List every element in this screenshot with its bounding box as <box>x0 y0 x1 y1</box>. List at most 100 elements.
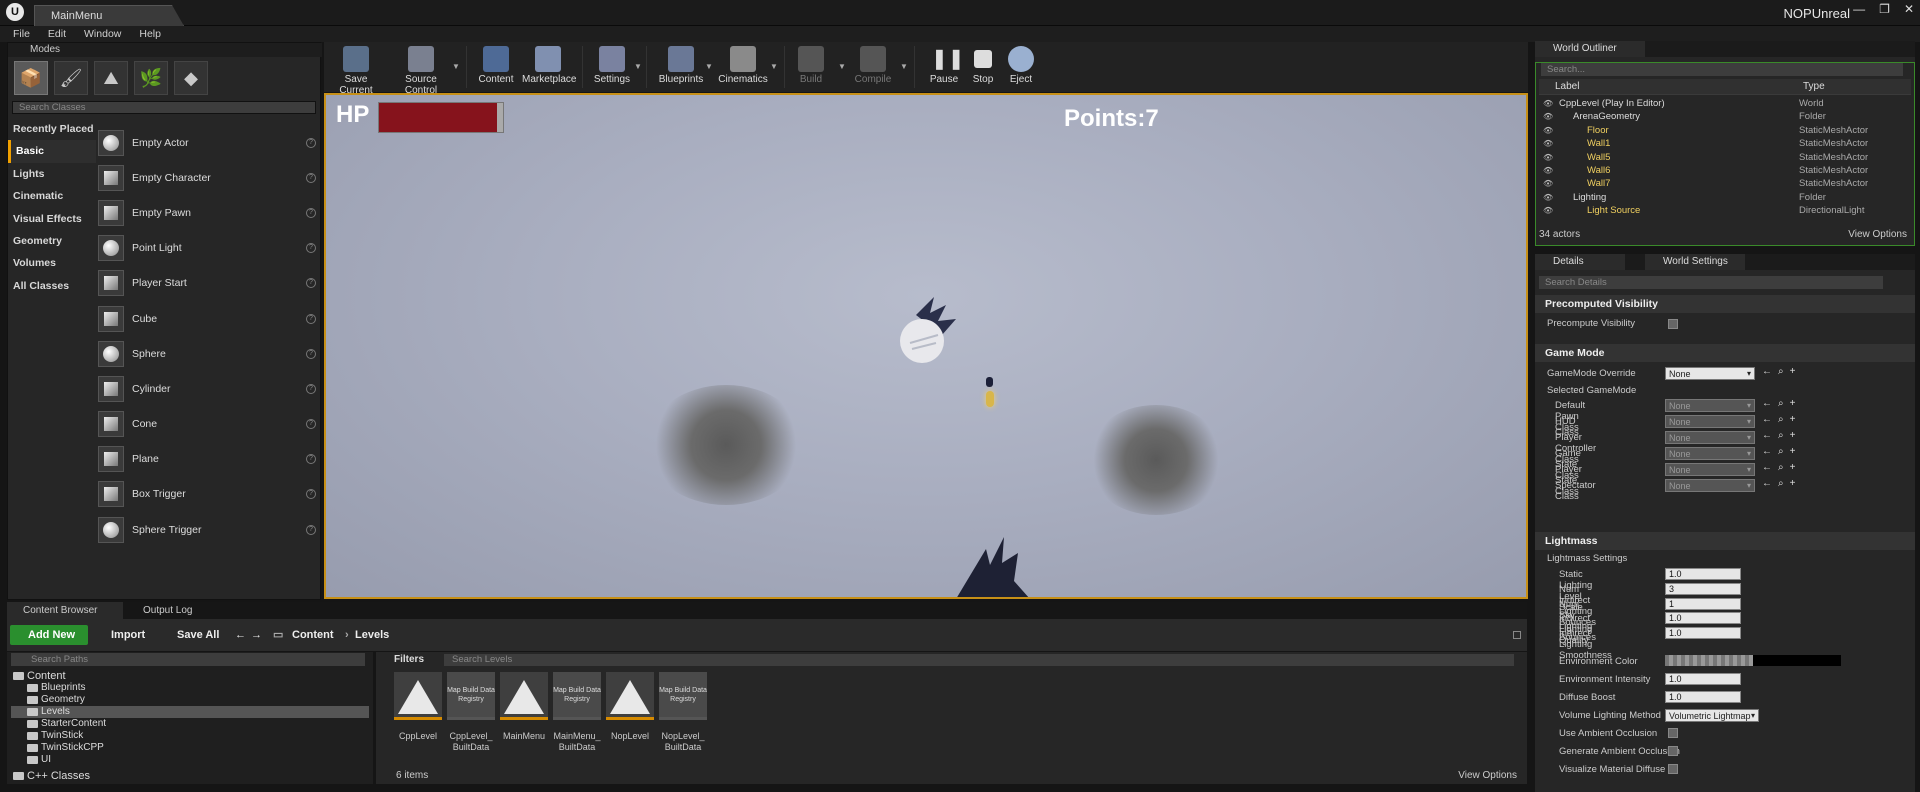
blueprints-button[interactable]: Blueprints <box>658 46 704 85</box>
visualize-material-diffuse-checkbox[interactable] <box>1668 764 1678 774</box>
diffuse-boost-input[interactable]: 1.0 <box>1665 691 1741 703</box>
outliner-row[interactable]: 👁 ArenaGeometry Folder <box>1539 110 1907 123</box>
precompute-visibility-checkbox[interactable] <box>1668 319 1678 329</box>
place-mode-icon[interactable]: 📦 <box>14 61 48 95</box>
class-item[interactable]: Cylinder? <box>98 371 320 406</box>
search-levels-input[interactable]: Search Levels <box>444 654 1514 666</box>
row-action-icons[interactable]: ←⌕+ <box>1762 398 1801 409</box>
help-icon[interactable]: ? <box>306 278 316 289</box>
asset-tile[interactable]: Map Build Data Registry NopLevel_ BuiltDa… <box>659 672 707 753</box>
category-volumes[interactable]: Volumes <box>8 252 96 274</box>
class-select[interactable]: None <box>1665 399 1755 412</box>
help-icon[interactable]: ? <box>306 419 316 430</box>
category-basic[interactable]: Basic <box>8 140 96 163</box>
tree-item[interactable]: StarterContent <box>27 718 106 730</box>
tree-item[interactable]: UI <box>27 754 51 766</box>
help-icon[interactable]: ? <box>306 207 316 218</box>
asset-tile[interactable]: Map Build Data Registry MainMenu_ BuiltDa… <box>553 672 601 753</box>
save-current-button[interactable]: Save Current <box>330 46 382 96</box>
category-geometry[interactable]: Geometry <box>8 230 96 252</box>
tab-world-settings[interactable]: World Settings <box>1645 254 1745 270</box>
class-item[interactable]: Box Trigger? <box>98 477 320 512</box>
class-select[interactable]: None <box>1665 479 1755 492</box>
asset-tile[interactable]: Map Build Data Registry CppLevel_ BuiltDa… <box>447 672 495 753</box>
class-item[interactable]: Point Light? <box>98 231 320 266</box>
use-ambient-occlusion-checkbox[interactable] <box>1668 728 1678 738</box>
class-select[interactable]: None <box>1665 415 1755 428</box>
class-select[interactable]: None <box>1665 431 1755 444</box>
path-content[interactable]: Content <box>292 625 334 645</box>
row-action-icons[interactable]: ←⌕+ <box>1762 430 1801 441</box>
help-icon[interactable]: ? <box>306 243 316 254</box>
help-icon[interactable]: ? <box>306 383 316 394</box>
chevron-down-icon[interactable]: ▼ <box>900 62 908 71</box>
menu-file[interactable]: File <box>13 26 30 42</box>
details-search-input[interactable]: Search Details <box>1539 276 1883 289</box>
level-tab[interactable]: MainMenu <box>34 5 184 26</box>
save-all-button[interactable]: Save All <box>177 625 219 645</box>
environment-color-swatch[interactable] <box>1665 655 1753 666</box>
row-action-icons[interactable]: ←⌕+ <box>1762 414 1801 425</box>
close-icon[interactable]: ✕ <box>1904 2 1914 16</box>
tab-world-outliner[interactable]: World Outliner <box>1535 41 1645 57</box>
compile-button[interactable]: Compile <box>850 46 896 85</box>
outliner-view-options-button[interactable]: View Options <box>1848 229 1907 240</box>
section-precomputed-visibility[interactable]: Precomputed Visibility <box>1535 295 1915 313</box>
category-visual-effects[interactable]: Visual Effects <box>8 208 96 230</box>
outliner-row[interactable]: 👁 Wall1 StaticMeshActor <box>1539 137 1907 150</box>
eject-button[interactable]: Eject <box>1008 46 1034 85</box>
visibility-eye-icon[interactable]: 👁 <box>1543 204 1553 217</box>
chevron-down-icon[interactable]: ▼ <box>452 62 460 71</box>
tab-content-browser[interactable]: Content Browser <box>7 602 123 619</box>
class-item[interactable]: Player Start? <box>98 266 320 301</box>
cinematics-button[interactable]: Cinematics <box>718 46 768 85</box>
help-icon[interactable]: ? <box>306 454 316 465</box>
chevron-down-icon[interactable]: ▼ <box>770 62 778 71</box>
pause-button[interactable]: ❚❚ Pause <box>928 46 965 85</box>
category-lights[interactable]: Lights <box>8 163 96 185</box>
visibility-eye-icon[interactable]: 👁 <box>1543 137 1553 150</box>
tab-output-log[interactable]: Output Log <box>127 602 227 619</box>
visibility-eye-icon[interactable]: 👁 <box>1543 110 1553 123</box>
class-item[interactable]: Empty Actor? <box>98 125 320 160</box>
outliner-row[interactable]: 👁 Lighting Folder <box>1539 191 1907 204</box>
chevron-down-icon[interactable]: ▼ <box>838 62 846 71</box>
search-paths-input[interactable]: Search Paths <box>11 653 365 666</box>
row-action-icons[interactable]: ←⌕+ <box>1762 446 1801 457</box>
generate-ambient-occlusion-checkbox[interactable] <box>1668 746 1678 756</box>
lightmass-value-input[interactable]: 1.0 <box>1665 612 1741 625</box>
volume-lighting-method-select[interactable]: Volumetric Lightmap <box>1665 709 1759 722</box>
menu-edit[interactable]: Edit <box>48 26 66 42</box>
visibility-eye-icon[interactable]: 👁 <box>1543 191 1553 204</box>
environment-intensity-input[interactable]: 1.0 <box>1665 673 1741 685</box>
unreal-logo-icon[interactable]: U <box>6 3 24 21</box>
class-select[interactable]: None <box>1665 447 1755 460</box>
paint-mode-icon[interactable]: 🖌 <box>54 61 88 95</box>
row-action-icons[interactable]: ←⌕+ <box>1762 462 1801 473</box>
settings-button[interactable]: Settings <box>592 46 632 85</box>
row-action-icons[interactable]: ←⌕+ <box>1762 366 1801 377</box>
path-levels[interactable]: Levels <box>355 625 389 645</box>
section-game-mode[interactable]: Game Mode <box>1535 344 1915 362</box>
asset-tile[interactable]: CppLevel <box>394 672 442 742</box>
tree-item[interactable]: TwinStickCPP <box>27 742 104 754</box>
class-item[interactable]: Empty Character? <box>98 160 320 195</box>
section-lightmass[interactable]: Lightmass <box>1535 532 1915 550</box>
tree-item[interactable]: TwinStick <box>27 730 83 742</box>
import-button[interactable]: Import <box>111 625 145 645</box>
outliner-search-input[interactable]: Search... <box>1541 63 1903 76</box>
visibility-eye-icon[interactable]: 👁 <box>1543 177 1553 190</box>
class-item[interactable]: Sphere Trigger? <box>98 512 320 547</box>
chevron-down-icon[interactable]: ▼ <box>634 62 642 71</box>
lightmass-value-input[interactable]: 1 <box>1665 597 1741 610</box>
row-action-icons[interactable]: ←⌕+ <box>1762 478 1801 489</box>
lightmass-value-input[interactable]: 3 <box>1665 582 1741 595</box>
restore-icon[interactable]: ❐ <box>1879 2 1890 16</box>
geometry-mode-icon[interactable]: ◆ <box>174 61 208 95</box>
minimize-icon[interactable]: — <box>1853 2 1865 16</box>
game-viewport[interactable]: HP Points:7 <box>324 93 1528 599</box>
lightmass-value-input[interactable]: 1.0 <box>1665 568 1741 580</box>
search-classes-input[interactable]: Search Classes <box>12 101 316 114</box>
help-icon[interactable]: ? <box>306 313 316 324</box>
visibility-eye-icon[interactable]: 👁 <box>1543 164 1553 177</box>
